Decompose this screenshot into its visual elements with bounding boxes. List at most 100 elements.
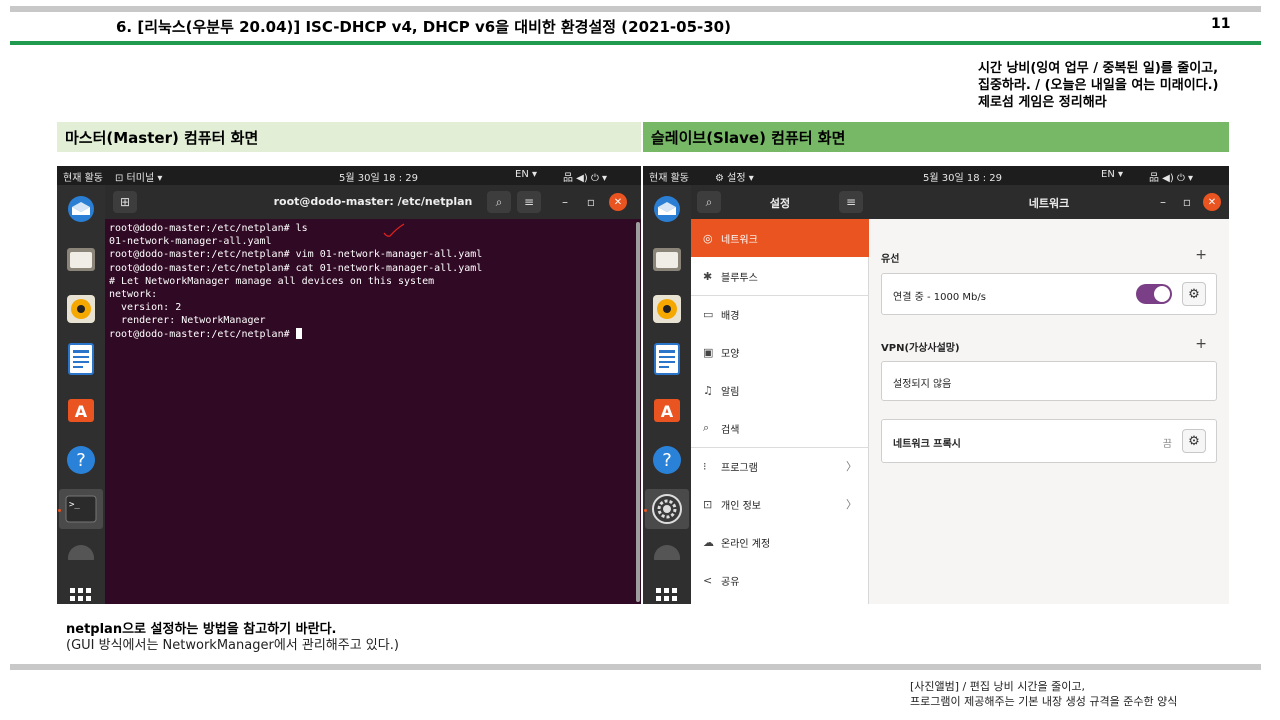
dock: A ? xyxy=(643,185,691,604)
search-icon[interactable]: ⌕ xyxy=(487,191,511,213)
software-center-icon[interactable]: A xyxy=(64,392,98,426)
terminal-prompt: root@dodo-master:/etc/netplan# xyxy=(109,328,296,340)
add-wired-button[interactable]: + xyxy=(1195,247,1207,263)
sidebar-item-online-accounts[interactable]: ☁ 온라인 계정 xyxy=(691,523,869,561)
terminal-icon[interactable]: >_ xyxy=(64,492,98,526)
wired-status: 연결 중 - 1000 Mb/s xyxy=(893,292,986,303)
input-language[interactable]: EN ▾ xyxy=(1101,169,1123,180)
rhythmbox-icon[interactable] xyxy=(650,292,684,326)
gnome-top-bar: 현재 활동 ⚙ 설정 ▾ 5월 30일 18 : 29 EN ▾ 品 ◀) ⏻ … xyxy=(643,166,1229,185)
system-tray[interactable]: 品 ◀) ⏻ ▾ xyxy=(563,169,607,184)
wired-settings-gear-icon[interactable]: ⚙ xyxy=(1182,282,1206,306)
side-note-line: 집중하라. / (오늘은 내일을 여는 미래이다.) xyxy=(978,78,1219,93)
help-icon[interactable]: ? xyxy=(650,443,684,477)
proxy-settings-gear-icon[interactable]: ⚙ xyxy=(1182,429,1206,453)
settings-gear-icon[interactable] xyxy=(650,492,684,526)
thunderbird-icon[interactable] xyxy=(650,192,684,226)
settings-page-header: 네트워크 – ▫ ✕ xyxy=(869,185,1229,219)
red-check-mark-annotation xyxy=(383,223,405,237)
notifications-bell-icon: ♫ xyxy=(703,383,713,397)
sidebar-item-label: 네트워크 xyxy=(721,234,758,246)
svg-text:A: A xyxy=(661,402,674,421)
files-icon[interactable] xyxy=(650,242,684,276)
close-icon[interactable]: ✕ xyxy=(609,193,627,211)
sidebar-item-network[interactable]: ◎ 네트워크 xyxy=(691,219,869,257)
wired-connection-row[interactable]: 연결 중 - 1000 Mb/s ⚙ xyxy=(881,273,1217,315)
applications-grid-icon: ⁝ xyxy=(703,459,707,473)
svg-text:?: ? xyxy=(76,450,86,471)
sidebar-item-notifications[interactable]: ♫ 알림 xyxy=(691,371,869,409)
sidebar-item-bluetooth[interactable]: ✱ 블루투스 xyxy=(691,257,869,295)
terminal-header-bar: ⊞ root@dodo-master: /etc/netplan ⌕ ≡ – ▫… xyxy=(105,185,641,219)
sidebar-item-label: 검색 xyxy=(721,424,740,436)
thunderbird-icon[interactable] xyxy=(64,192,98,226)
activities-button[interactable]: 현재 활동 xyxy=(63,169,103,184)
footer-line: [사진앨범] / 편집 낭비 시간을 줄이고, xyxy=(910,680,1085,693)
sidebar-item-label: 프로그램 xyxy=(721,462,758,474)
terminal-line: network: xyxy=(109,289,158,301)
sidebar-item-privacy[interactable]: ⊡ 개인 정보 〉 xyxy=(691,485,869,523)
footer-note: [사진앨범] / 편집 낭비 시간을 줄이고, 프로그램이 제공해주는 기본 내… xyxy=(910,679,1177,709)
settings-sidebar: ◎ 네트워크 ✱ 블루투스 ▭ 배경 ▣ 모양 ♫ 알림 ⌕ 검색 ⁝ 프로그램 〉 ⊡ 개인 정… xyxy=(691,219,869,604)
sidebar-item-applications[interactable]: ⁝ 프로그램 〉 xyxy=(691,447,869,485)
wired-toggle[interactable] xyxy=(1136,284,1172,304)
terminal-line: # Let NetworkManager manage all devices … xyxy=(109,275,435,287)
software-center-icon[interactable]: A xyxy=(650,392,684,426)
sidebar-item-search[interactable]: ⌕ 검색 xyxy=(691,409,869,447)
running-indicator xyxy=(644,509,647,512)
libreoffice-writer-icon[interactable] xyxy=(64,342,98,376)
add-vpn-button[interactable]: + xyxy=(1195,336,1207,352)
network-panel: 유선 + 연결 중 - 1000 Mb/s ⚙ VPN(가상사설망) + 설정되… xyxy=(869,219,1229,604)
side-note: 시간 낭비(잉여 업무 / 중복된 일)를 줄이고, 집중하라. / (오늘은 … xyxy=(978,60,1258,111)
maximize-icon[interactable]: ▫ xyxy=(1175,191,1199,213)
terminal-output[interactable]: root@dodo-master:/etc/netplan# ls 01-netw… xyxy=(105,219,641,604)
master-screenshot: 현재 활동 ⊡ 터미널 ▾ 5월 30일 18 : 29 EN ▾ 品 ◀) ⏻… xyxy=(57,166,641,604)
show-applications-icon[interactable] xyxy=(650,582,684,604)
text-cursor xyxy=(295,327,302,339)
clock[interactable]: 5월 30일 18 : 29 xyxy=(339,169,418,184)
sidebar-item-label: 개인 정보 xyxy=(721,500,761,512)
share-icon: < xyxy=(703,573,713,587)
privacy-lock-icon: ⊡ xyxy=(703,497,713,511)
hamburger-menu-icon[interactable]: ≡ xyxy=(839,191,863,213)
chevron-right-icon: 〉 xyxy=(846,498,857,511)
hamburger-menu-icon[interactable]: ≡ xyxy=(517,191,541,213)
rhythmbox-icon[interactable] xyxy=(64,292,98,326)
terminal-line: root@dodo-master:/etc/netplan# ls xyxy=(109,223,308,234)
activities-button[interactable]: 현재 활동 xyxy=(649,169,689,184)
terminal-scrollbar[interactable] xyxy=(636,222,640,602)
system-tray[interactable]: 品 ◀) ⏻ ▾ xyxy=(1149,169,1193,184)
help-icon[interactable]: ? xyxy=(64,443,98,477)
minimize-icon[interactable]: – xyxy=(553,191,577,213)
terminal-line: renderer: NetworkManager xyxy=(109,315,266,327)
app-menu[interactable]: ⚙ 설정 ▾ xyxy=(715,169,754,184)
vpn-section-label: VPN(가상사설망) xyxy=(881,343,960,354)
background-icon: ▭ xyxy=(703,307,714,321)
sidebar-item-appearance[interactable]: ▣ 모양 xyxy=(691,333,869,371)
slave-heading: 슬레이브(Slave) 컴퓨터 화면 xyxy=(643,122,1229,152)
search-icon: ⌕ xyxy=(703,421,710,434)
page-number: 11 xyxy=(1211,16,1231,32)
svg-text:>_: >_ xyxy=(69,500,80,510)
running-indicator xyxy=(58,509,61,512)
proxy-state: 끔 xyxy=(1162,439,1172,450)
partial-dock-icon[interactable] xyxy=(64,542,98,560)
network-proxy-row[interactable]: 네트워크 프록시 끔 ⚙ xyxy=(881,419,1217,463)
sidebar-item-sharing[interactable]: < 공유 xyxy=(691,561,869,599)
input-language[interactable]: EN ▾ xyxy=(515,169,537,180)
libreoffice-writer-icon[interactable] xyxy=(650,342,684,376)
partial-dock-icon[interactable] xyxy=(650,542,684,560)
clock[interactable]: 5월 30일 18 : 29 xyxy=(923,169,1002,184)
bluetooth-icon: ✱ xyxy=(703,269,713,283)
side-note-line: 시간 낭비(잉여 업무 / 중복된 일)를 줄이고, xyxy=(978,61,1219,76)
footer-rule xyxy=(10,664,1261,670)
terminal-prompt-line: root@dodo-master:/etc/netplan# xyxy=(109,327,641,341)
app-menu[interactable]: ⊡ 터미널 ▾ xyxy=(115,169,162,184)
files-icon[interactable] xyxy=(64,242,98,276)
terminal-line: root@dodo-master:/etc/netplan# vim 01-ne… xyxy=(109,249,483,261)
sidebar-item-background[interactable]: ▭ 배경 xyxy=(691,295,869,333)
show-applications-icon[interactable] xyxy=(64,582,98,604)
close-icon[interactable]: ✕ xyxy=(1203,193,1221,211)
minimize-icon[interactable]: – xyxy=(1151,191,1175,213)
maximize-icon[interactable]: ▫ xyxy=(579,191,603,213)
